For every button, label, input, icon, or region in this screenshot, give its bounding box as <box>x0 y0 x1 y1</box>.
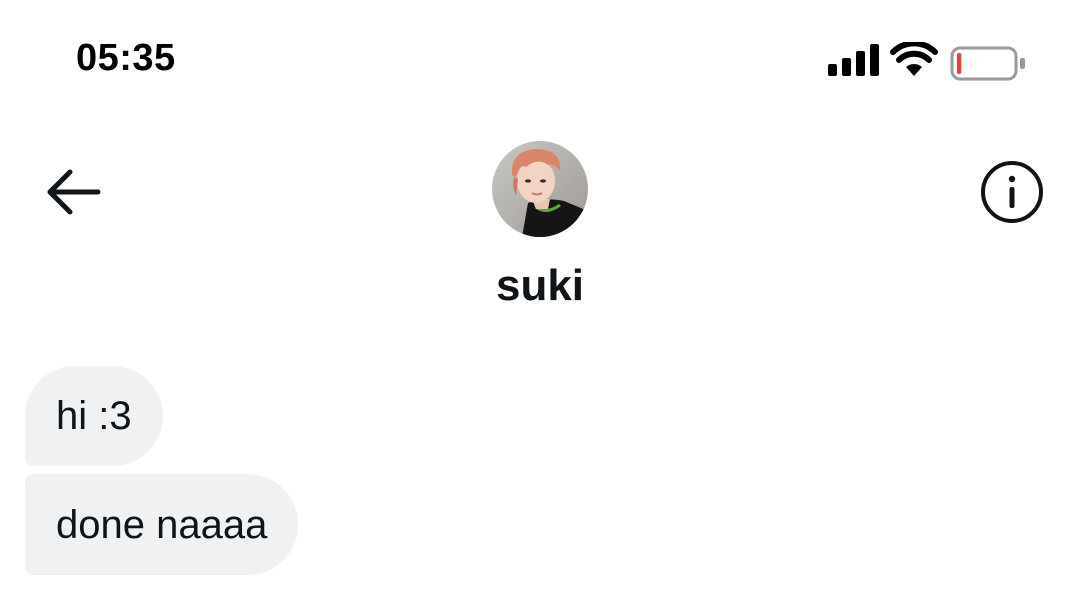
battery-low-icon <box>950 46 1025 81</box>
message-bubble-received[interactable]: done naaaa <box>25 474 299 575</box>
arrow-left-icon <box>47 169 101 215</box>
back-button[interactable] <box>40 162 104 222</box>
conversation-info-button[interactable] <box>978 158 1046 226</box>
wifi-icon <box>890 42 938 76</box>
contact-name[interactable]: suki <box>0 258 1080 314</box>
message-bubble-received[interactable]: hi :3 <box>25 366 163 466</box>
message-text: hi :3 <box>56 394 132 438</box>
info-circle-icon <box>981 161 1043 223</box>
battery-fill <box>957 53 962 74</box>
message-text: done naaaa <box>56 502 268 547</box>
avatar-photo <box>492 141 588 237</box>
status-time: 05:35 <box>76 37 176 79</box>
dm-conversation-screen: 05:35 suki hi:3 done naaaa <box>0 0 1080 594</box>
cellular-signal-icon <box>828 44 879 76</box>
contact-avatar[interactable] <box>492 141 588 237</box>
